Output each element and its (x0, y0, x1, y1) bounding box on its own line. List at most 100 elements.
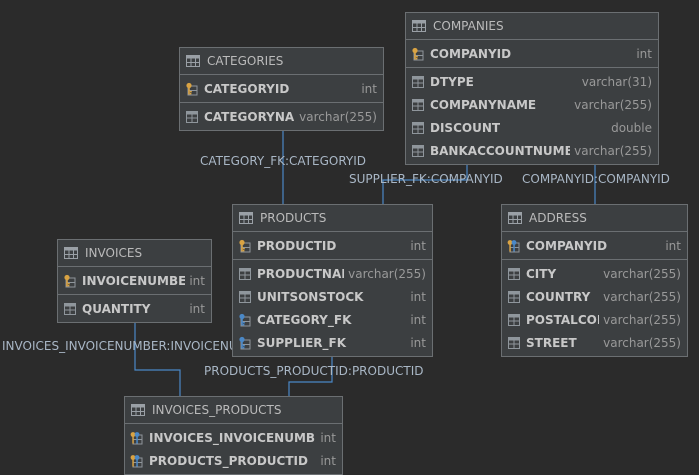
column-row[interactable]: DISCOUNT double (406, 116, 658, 139)
column-type: varchar(255) (574, 143, 652, 158)
entity-header[interactable]: ADDRESS (502, 205, 687, 232)
column-type: int (320, 453, 336, 468)
primary-key-section: INVOICENUMBER int (58, 267, 211, 295)
entity-title: ADDRESS (529, 211, 587, 225)
entity-categories[interactable]: CATEGORIES CATEGORYID int CATEGORYNAME varch… (179, 47, 384, 131)
column-type: int (410, 335, 426, 350)
entity-invoices[interactable]: INVOICES INVOICENUMBER int QUANTITY int (57, 239, 212, 323)
pk-fk-key-icon (507, 239, 526, 253)
fk-key-icon (238, 336, 257, 350)
column-row[interactable]: DTYPE varchar(31) (406, 70, 658, 93)
column-row[interactable]: UNITSONSTOCK int (233, 285, 432, 308)
entity-header[interactable]: PRODUCTS (233, 205, 432, 232)
column-name: DTYPE (430, 74, 474, 89)
column-name: UNITSONSTOCK (257, 289, 364, 304)
columns-section: QUANTITY int (58, 295, 211, 322)
column-row[interactable]: CATEGORYID int (180, 77, 383, 100)
column-name: COMPANYID (526, 238, 608, 253)
column-name: POSTALCODE (526, 312, 599, 327)
column-name: CATEGORYID (204, 81, 290, 96)
column-row[interactable]: COMPANYNAME varchar(255) (406, 93, 658, 116)
column-row[interactable]: CATEGORYNAME varchar(255) (180, 105, 383, 128)
column-icon (507, 267, 526, 281)
table-icon (131, 404, 152, 416)
entity-invoices-products[interactable]: INVOICES_PRODUCTS INVOICES_INVOICENUMBER i… (124, 396, 343, 475)
column-type: varchar(31) (581, 74, 652, 89)
column-row[interactable]: PRODUCTS_PRODUCTID int (125, 449, 342, 472)
fk-key-icon (238, 313, 257, 327)
column-row[interactable]: PRODUCTNAME varchar(255) (233, 262, 432, 285)
column-row[interactable]: COUNTRY varchar(255) (502, 285, 687, 308)
column-name: CATEGORYNAME (204, 109, 295, 124)
columns-section: CITY varchar(255) COUNTRY varchar(255) POSTA… (502, 260, 687, 356)
entity-header[interactable]: CATEGORIES (180, 48, 383, 75)
column-type: double (611, 120, 652, 135)
column-name: QUANTITY (82, 301, 151, 316)
column-name: CITY (526, 266, 557, 281)
column-icon (507, 336, 526, 350)
column-name: SUPPLIER_FK (257, 335, 347, 350)
column-icon (238, 267, 257, 281)
column-type: varchar(255) (574, 97, 652, 112)
column-type: int (320, 430, 336, 445)
entity-companies[interactable]: COMPANIES COMPANYID int DTYPE varchar(31) COM… (405, 12, 659, 165)
column-row[interactable]: PRODUCTID int (233, 234, 432, 257)
primary-key-section: COMPANYID int (406, 40, 658, 68)
column-icon (185, 110, 204, 124)
column-type: varchar(255) (603, 312, 681, 327)
column-icon (411, 121, 430, 135)
column-row[interactable]: STREET varchar(255) (502, 331, 687, 354)
column-type: varchar(255) (603, 289, 681, 304)
column-type: int (361, 81, 377, 96)
column-name: INVOICENUMBER (82, 273, 186, 288)
column-row[interactable]: SUPPLIER_FK int (233, 331, 432, 354)
column-name: DISCOUNT (430, 120, 501, 135)
primary-key-section: INVOICES_INVOICENUMBER int PRODUCTS_PRODUC… (125, 424, 342, 474)
column-type: varchar(255) (348, 266, 426, 281)
column-row[interactable]: QUANTITY int (58, 297, 211, 320)
column-icon (238, 290, 257, 304)
relationship-label: CATEGORY_FK:CATEGORYID (200, 154, 367, 168)
relationship-label: COMPANYID:COMPANYID (522, 172, 670, 186)
column-name: COUNTRY (526, 289, 591, 304)
primary-key-section: PRODUCTID int (233, 232, 432, 260)
column-type: int (189, 301, 205, 316)
entity-title: INVOICES (85, 246, 143, 260)
entity-title: INVOICES_PRODUCTS (152, 403, 282, 417)
pk-key-icon (63, 274, 82, 288)
pk-key-icon (238, 239, 257, 253)
entity-title: CATEGORIES (207, 54, 284, 68)
primary-key-section: CATEGORYID int (180, 75, 383, 103)
entity-products[interactable]: PRODUCTS PRODUCTID int PRODUCTNAME varchar(2… (232, 204, 433, 357)
column-name: STREET (526, 335, 577, 350)
entity-header[interactable]: INVOICES_PRODUCTS (125, 397, 342, 424)
column-type: varchar(255) (603, 266, 681, 281)
entity-title: PRODUCTS (260, 211, 327, 225)
column-row[interactable]: CATEGORY_FK int (233, 308, 432, 331)
column-row[interactable]: COMPANYID int (502, 234, 687, 257)
column-row[interactable]: POSTALCODE varchar(255) (502, 308, 687, 331)
column-name: BANKACCOUNTNUMBER (430, 143, 571, 158)
column-icon (507, 313, 526, 327)
column-name: COMPANYNAME (430, 97, 537, 112)
column-row[interactable]: INVOICENUMBER int (58, 269, 211, 292)
column-type: varchar(255) (299, 109, 377, 124)
column-row[interactable]: CITY varchar(255) (502, 262, 687, 285)
link-invoices-invoicenumber (134, 312, 181, 396)
table-icon (186, 55, 207, 67)
table-icon (239, 212, 260, 224)
entity-address[interactable]: ADDRESS COMPANYID int CITY varchar(255) COUNT… (501, 204, 688, 357)
column-row[interactable]: COMPANYID int (406, 42, 658, 65)
column-name: COMPANYID (430, 46, 512, 61)
column-type: int (665, 238, 681, 253)
columns-section: PRODUCTNAMEvarchar(255)UNITSONSTOCKintCA… (233, 260, 432, 356)
columns-section: DTYPE varchar(31) COMPANYNAME varchar(255) D… (406, 68, 658, 164)
entity-header[interactable]: COMPANIES (406, 13, 658, 40)
table-icon (412, 20, 433, 32)
column-row[interactable]: INVOICES_INVOICENUMBER int (125, 426, 342, 449)
column-name: PRODUCTS_PRODUCTID (149, 453, 308, 468)
column-row[interactable]: BANKACCOUNTNUMBERvarchar(255) (406, 139, 658, 162)
column-icon (411, 144, 430, 158)
entity-header[interactable]: INVOICES (58, 240, 211, 267)
column-type: varchar(255) (603, 335, 681, 350)
